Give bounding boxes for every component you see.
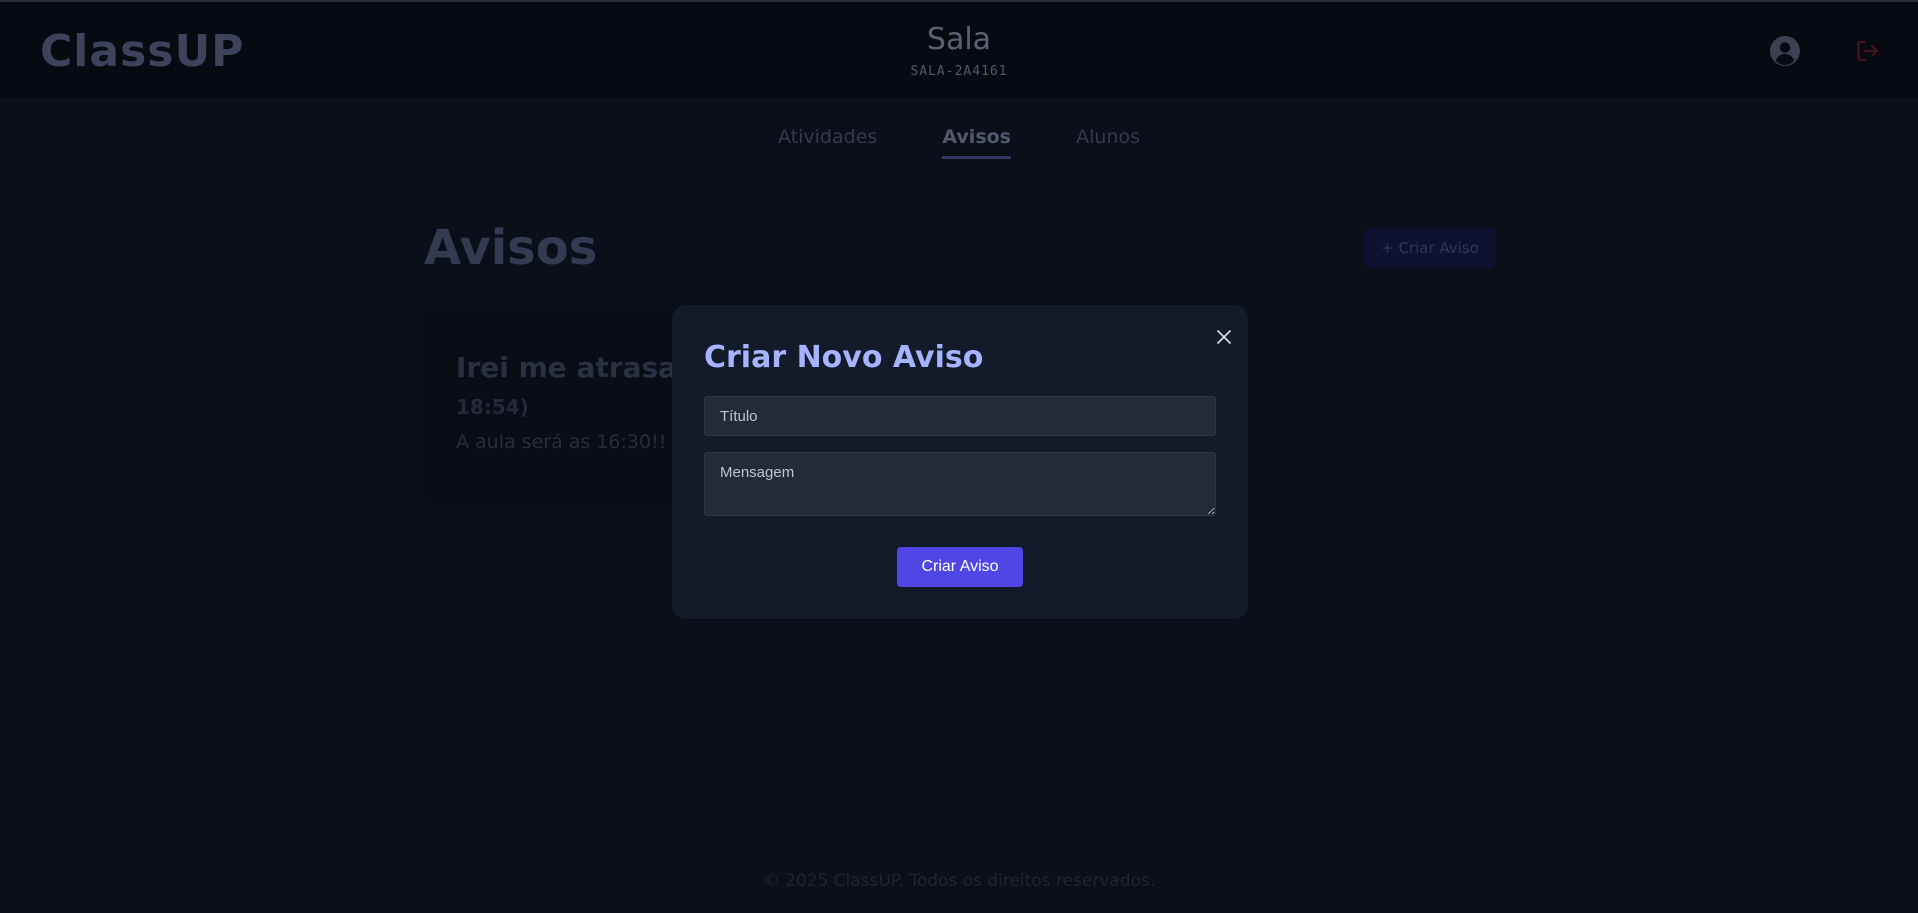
notice-title-input[interactable] xyxy=(704,396,1216,436)
submit-notice-button[interactable]: Criar Aviso xyxy=(897,547,1023,587)
close-icon[interactable] xyxy=(1212,325,1236,349)
create-notice-modal: Criar Novo Aviso Criar Aviso xyxy=(672,305,1248,619)
page: ClassUP Sala SALA-2A4161 Atividades Avis… xyxy=(0,0,1918,913)
notice-message-textarea[interactable] xyxy=(704,452,1216,516)
modal-title: Criar Novo Aviso xyxy=(704,340,984,375)
